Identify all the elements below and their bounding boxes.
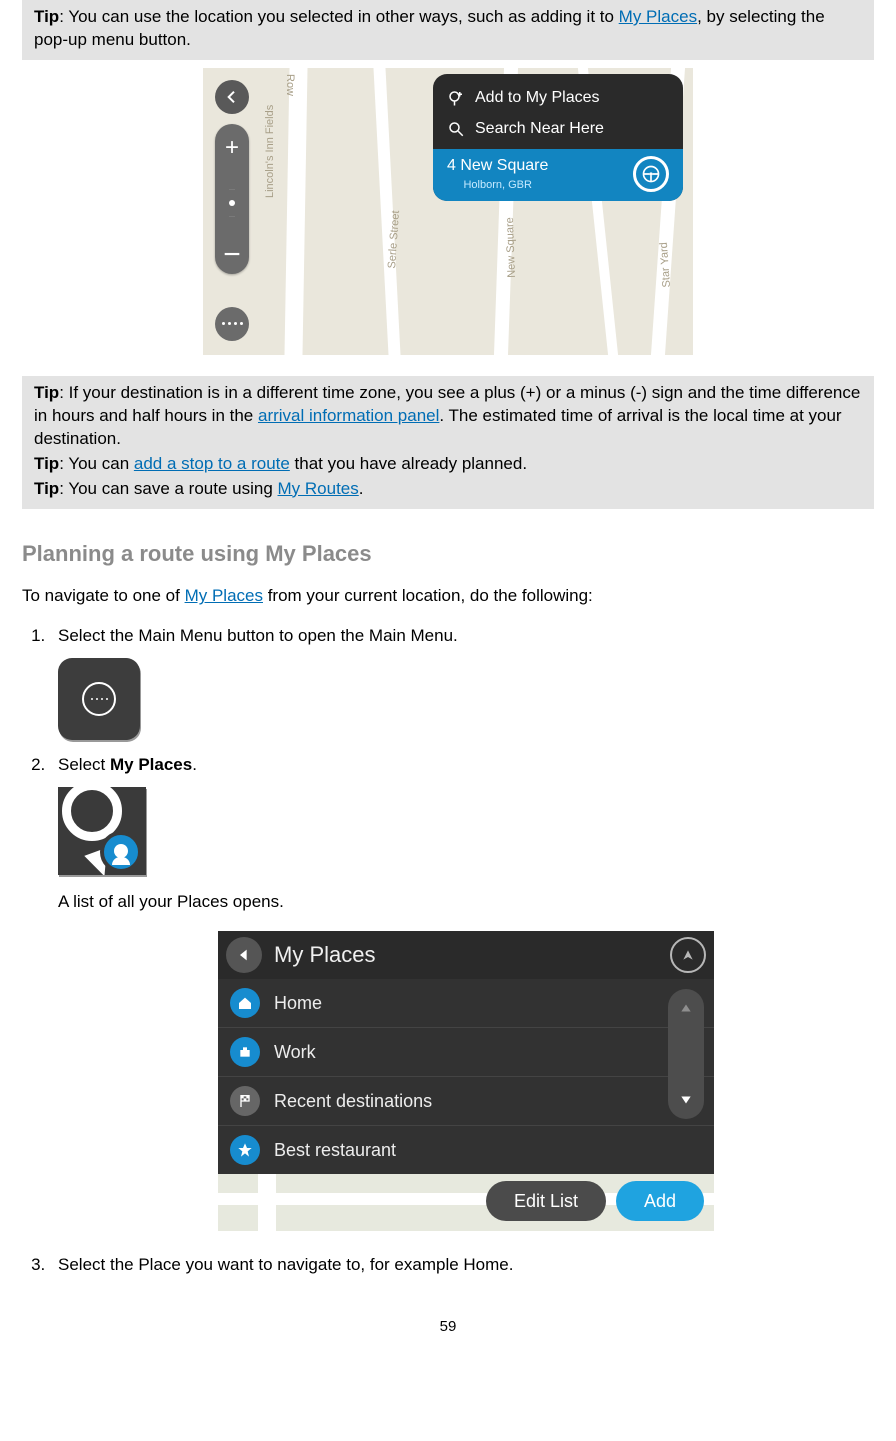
triangle-down-icon bbox=[679, 1093, 693, 1107]
list-label-best: Best restaurant bbox=[274, 1138, 396, 1162]
list-item-work[interactable]: Work bbox=[218, 1028, 714, 1077]
myplaces-list: Home Work Recent destinations Best bbox=[218, 979, 714, 1174]
tip2-p3-after: . bbox=[359, 479, 364, 498]
popup-search-label: Search Near Here bbox=[475, 118, 604, 140]
flag-icon bbox=[230, 1086, 260, 1116]
zoom-indicator bbox=[229, 200, 235, 206]
step-1-text: Select the Main Menu button to open the … bbox=[58, 626, 458, 645]
scroll-control[interactable] bbox=[668, 989, 704, 1119]
myplaces-topbar: My Places bbox=[218, 931, 714, 979]
zoom-control[interactable]: + − bbox=[215, 124, 249, 274]
drive-button[interactable] bbox=[633, 156, 669, 192]
steering-icon bbox=[641, 164, 661, 184]
tip2-p2-after: that you have already planned. bbox=[290, 454, 527, 473]
step-2-before: Select bbox=[58, 755, 110, 774]
popup-location-bar[interactable]: 4 New Square Holborn, GBR bbox=[433, 149, 683, 200]
step-2-after: . bbox=[192, 755, 197, 774]
dots-icon bbox=[82, 682, 116, 716]
section-heading: Planning a route using My Places bbox=[22, 539, 874, 569]
tip-box-2: Tip: If your destination is in a differe… bbox=[22, 376, 874, 509]
intro-before: To navigate to one of bbox=[22, 586, 185, 605]
triangle-up-icon bbox=[679, 1001, 693, 1015]
edit-list-button[interactable]: Edit List bbox=[486, 1181, 606, 1221]
step-2-bold: My Places bbox=[110, 755, 192, 774]
steps-list: Select the Main Menu button to open the … bbox=[22, 625, 874, 1277]
back-button[interactable] bbox=[215, 80, 249, 114]
triangle-left-icon bbox=[236, 947, 252, 963]
person-icon bbox=[100, 831, 142, 873]
popup-location-sub: Holborn, GBR bbox=[447, 178, 548, 193]
step-1: Select the Main Menu button to open the … bbox=[50, 625, 874, 740]
link-my-routes[interactable]: My Routes bbox=[278, 479, 359, 498]
zoom-out-icon[interactable]: − bbox=[223, 247, 241, 262]
popup-add-label: Add to My Places bbox=[475, 87, 600, 109]
star-icon bbox=[230, 1135, 260, 1165]
tip2-p3-before: : You can save a route using bbox=[59, 479, 277, 498]
intro-after: from your current location, do the follo… bbox=[263, 586, 593, 605]
step-2-result: A list of all your Places opens. bbox=[58, 891, 874, 914]
triangle-up-right-icon bbox=[680, 947, 696, 963]
link-arrival-panel[interactable]: arrival information panel bbox=[258, 406, 439, 425]
location-popup: Add to My Places Search Near Here 4 New … bbox=[433, 74, 683, 201]
road-label-row: Row bbox=[282, 74, 297, 96]
add-button[interactable]: Add bbox=[616, 1181, 704, 1221]
tip2-p2-before: : You can bbox=[59, 454, 134, 473]
tip-label: Tip bbox=[34, 479, 59, 498]
pin-plus-icon bbox=[447, 89, 465, 107]
list-item-home[interactable]: Home bbox=[218, 979, 714, 1028]
my-places-list-screenshot: My Places Home W bbox=[218, 931, 714, 1231]
step-3-text: Select the Place you want to navigate to… bbox=[58, 1255, 513, 1274]
tip-box-1: Tip: You can use the location you select… bbox=[22, 0, 874, 60]
list-item-best[interactable]: Best restaurant bbox=[218, 1126, 714, 1174]
popup-search-near[interactable]: Search Near Here bbox=[433, 113, 683, 145]
myplaces-title: My Places bbox=[274, 940, 375, 970]
road-label-lincolns: Lincoln's Inn Fields bbox=[263, 105, 278, 198]
road-label-new: New Square bbox=[503, 217, 520, 278]
list-label-work: Work bbox=[274, 1040, 316, 1064]
step-3: Select the Place you want to navigate to… bbox=[50, 1254, 874, 1277]
back-button[interactable] bbox=[226, 937, 262, 973]
tip-label: Tip bbox=[34, 383, 59, 402]
search-icon bbox=[447, 120, 465, 138]
link-add-stop[interactable]: add a stop to a route bbox=[134, 454, 290, 473]
list-label-home: Home bbox=[274, 991, 322, 1015]
map-popup-screenshot: Row Lincoln's Inn Fields Serle Street Ne… bbox=[203, 68, 693, 355]
chevron-left-icon bbox=[224, 89, 240, 105]
work-icon bbox=[230, 1037, 260, 1067]
edit-list-label: Edit List bbox=[514, 1189, 578, 1213]
road-label-serle: Serle Street bbox=[385, 210, 404, 269]
intro-paragraph: To navigate to one of My Places from you… bbox=[22, 585, 874, 608]
tip-label: Tip bbox=[34, 7, 59, 26]
page-number: 59 bbox=[22, 1317, 874, 1337]
step-2: Select My Places. A list of all your Pla… bbox=[50, 754, 874, 1238]
link-my-places[interactable]: My Places bbox=[619, 7, 697, 26]
my-places-icon bbox=[58, 787, 146, 875]
popup-location-main: 4 New Square bbox=[447, 155, 548, 177]
add-label: Add bbox=[644, 1189, 676, 1213]
list-label-recent: Recent destinations bbox=[274, 1089, 432, 1113]
home-icon bbox=[230, 988, 260, 1018]
map-menu-button[interactable] bbox=[215, 307, 249, 341]
tip1-text-before: : You can use the location you selected … bbox=[59, 7, 618, 26]
map-view-button[interactable] bbox=[670, 937, 706, 973]
road-label-star: Star Yard bbox=[657, 241, 675, 287]
main-menu-button-icon bbox=[58, 658, 140, 740]
list-item-recent[interactable]: Recent destinations bbox=[218, 1077, 714, 1126]
tip-label: Tip bbox=[34, 454, 59, 473]
popup-add-my-places[interactable]: Add to My Places bbox=[433, 82, 683, 114]
zoom-in-icon[interactable]: + bbox=[225, 136, 239, 160]
link-my-places-2[interactable]: My Places bbox=[185, 586, 263, 605]
